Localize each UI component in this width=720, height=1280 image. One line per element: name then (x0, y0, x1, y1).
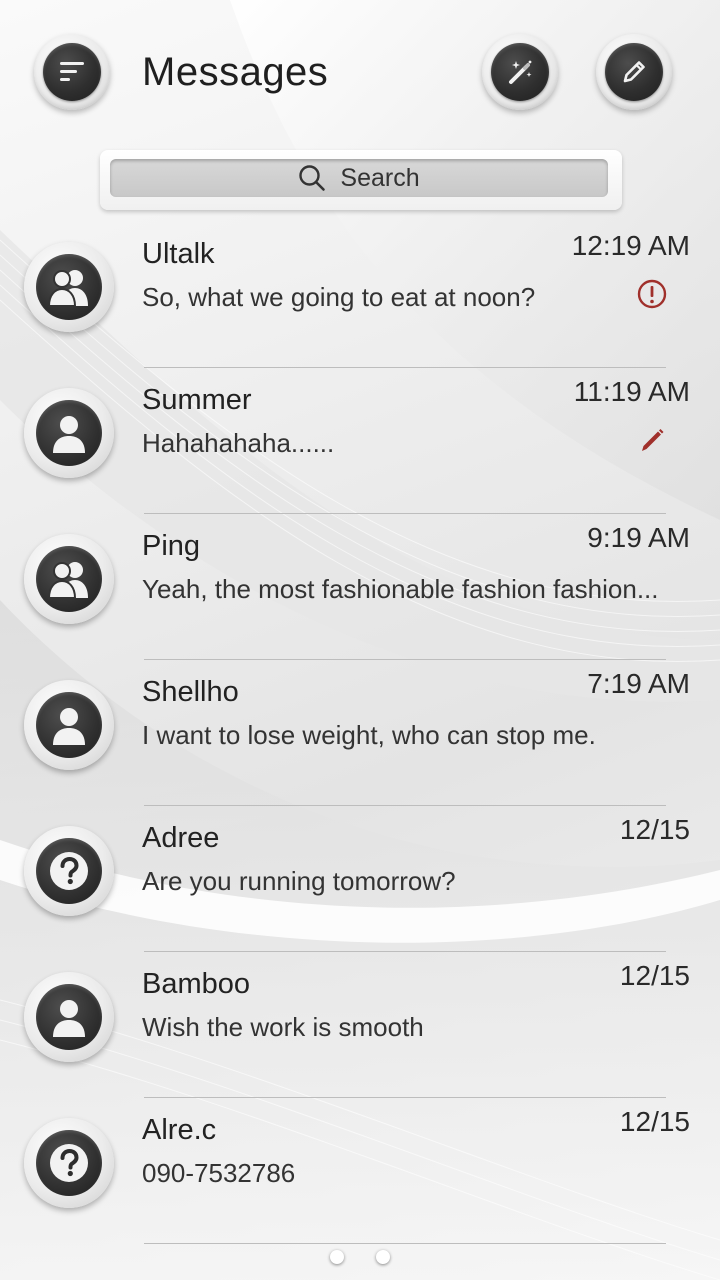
conversation-row[interactable]: Alre.c 12/15 090-7532786 (0, 1098, 720, 1244)
conversation-row[interactable]: Adree 12/15 Are you running tomorrow? (0, 806, 720, 952)
conversation-row[interactable]: Shellho 7:19 AM I want to lose weight, w… (0, 660, 720, 806)
page-indicator (0, 1248, 720, 1268)
page-title: Messages (142, 50, 329, 94)
avatar[interactable] (24, 534, 114, 624)
message-preview: Hahahahaha...... (142, 428, 335, 458)
contact-name: Bamboo (142, 968, 251, 1000)
message-time: 9:19 AM (587, 522, 690, 553)
message-time: 12:19 AM (571, 230, 690, 261)
compose-icon (623, 61, 645, 83)
message-time: 12/15 (619, 960, 690, 991)
contact-name: Shellho (142, 676, 239, 708)
error-icon[interactable] (636, 278, 668, 310)
message-preview: 090-7532786 (142, 1158, 296, 1188)
page-dot[interactable] (376, 1250, 390, 1264)
menu-icon (60, 62, 84, 81)
message-preview: Yeah, the most fashionable fashion fashi… (142, 574, 659, 604)
divider (144, 1243, 666, 1244)
person-icon (53, 416, 85, 453)
person-icon (53, 1000, 85, 1037)
avatar[interactable] (24, 972, 114, 1062)
avatar[interactable] (24, 388, 114, 478)
search-label: Search (340, 163, 420, 192)
conversation-row[interactable]: Ping 9:19 AM Yeah, the most fashionable … (0, 514, 720, 660)
contact-name: Alre.c (142, 1114, 217, 1146)
menu-button[interactable] (34, 34, 110, 110)
message-time: 7:19 AM (587, 668, 690, 699)
compose-button[interactable] (596, 34, 672, 110)
message-time: 12/15 (619, 1106, 690, 1137)
message-preview: So, what we going to eat at noon? (142, 282, 536, 312)
contact-name: Summer (142, 384, 252, 416)
draft-pencil-icon (642, 429, 664, 451)
message-preview: Wish the work is smooth (142, 1012, 424, 1042)
group-icon (47, 270, 88, 307)
message-preview: I want to lose weight, who can stop me. (142, 720, 596, 750)
app-header: Messages (0, 0, 720, 150)
message-preview: Are you running tomorrow? (142, 866, 456, 896)
avatar[interactable] (24, 1118, 114, 1208)
message-time: 12/15 (619, 814, 690, 845)
avatar[interactable] (24, 680, 114, 770)
contact-name: Ping (142, 530, 201, 562)
person-icon (53, 708, 85, 745)
conversation-row[interactable]: Ultalk 12:19 AM So, what we going to eat… (0, 222, 720, 368)
search-container: Search (100, 150, 622, 210)
conversation-list: Ultalk 12:19 AM So, what we going to eat… (0, 222, 720, 1244)
theme-button[interactable] (482, 34, 558, 110)
contact-name: Adree (142, 822, 220, 854)
conversation-row[interactable]: Summer 11:19 AM Hahahahaha...... (0, 368, 720, 514)
magic-wand-icon (509, 60, 532, 84)
page-dot[interactable] (330, 1250, 344, 1264)
search-icon (299, 165, 326, 191)
message-time: 11:19 AM (573, 376, 690, 407)
avatar[interactable] (24, 826, 114, 916)
conversation-row[interactable]: Bamboo 12/15 Wish the work is smooth (0, 952, 720, 1098)
group-icon (47, 562, 88, 599)
contact-name: Ultalk (142, 238, 215, 270)
avatar[interactable] (24, 242, 114, 332)
search-input[interactable]: Search (110, 159, 608, 197)
unknown-contact-icon (50, 852, 88, 890)
unknown-contact-icon (50, 1144, 88, 1182)
